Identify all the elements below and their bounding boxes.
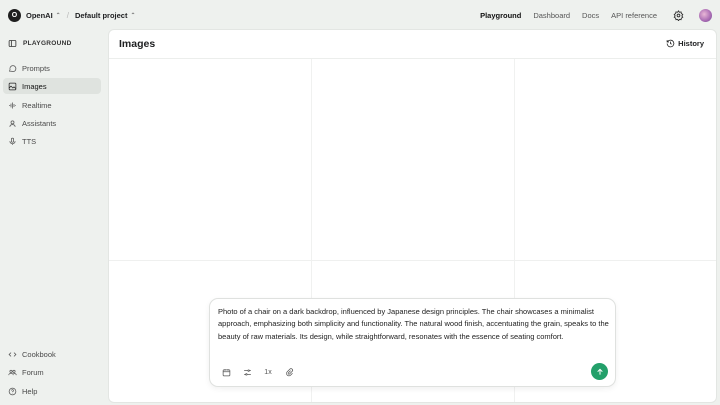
prompt-composer: Photo of a chair on a dark backdrop, inf… <box>209 298 616 387</box>
top-nav: Playground Dashboard Docs API reference <box>480 8 712 22</box>
gear-icon[interactable] <box>671 8 685 22</box>
assistant-icon <box>9 120 16 127</box>
sidebar: PLAYGROUND Prompts Images Realtime Assis… <box>0 30 106 405</box>
waveform-icon <box>9 102 16 108</box>
sidebar-item-assistants[interactable]: Assistants <box>3 115 101 131</box>
sidebar-toggle-icon[interactable] <box>8 39 17 48</box>
sidebar-item-cookbook[interactable]: Cookbook <box>3 346 101 362</box>
sidebar-item-label: Assistants <box>22 118 57 128</box>
image-grid-divider <box>109 260 716 261</box>
paperclip-icon[interactable] <box>283 366 295 378</box>
sidebar-item-images[interactable]: Images <box>3 78 101 94</box>
page-title: Images <box>119 38 156 50</box>
arrow-up-icon <box>596 368 603 375</box>
sidebar-item-tts[interactable]: TTS <box>3 133 101 149</box>
calendar-icon[interactable] <box>220 366 232 378</box>
sidebar-item-label: Help <box>22 386 38 396</box>
org-name: OpenAI <box>26 10 53 20</box>
microphone-icon <box>9 137 16 145</box>
nav-docs[interactable]: Docs <box>582 11 599 20</box>
sidebar-item-help[interactable]: Help <box>3 383 101 399</box>
nav-api-reference[interactable]: API reference <box>611 11 657 20</box>
prompt-toolbar: 1x <box>220 366 295 378</box>
code-icon <box>8 351 17 357</box>
sidebar-item-forum[interactable]: Forum <box>3 364 101 380</box>
sidebar-item-label: Forum <box>22 367 44 377</box>
sidebar-item-label: TTS <box>22 136 37 146</box>
updown-chevron-icon: ⌃ <box>55 12 61 19</box>
sidebar-item-label: Realtime <box>22 100 52 110</box>
org-logo: O <box>8 8 21 22</box>
project-name: Default project <box>74 10 128 20</box>
chat-bubble-icon <box>8 64 17 72</box>
header-divider <box>109 58 716 59</box>
nav-dashboard[interactable]: Dashboard <box>533 11 570 20</box>
project-switcher[interactable]: Default project ⌃ <box>75 11 136 20</box>
org-switcher[interactable]: OpenAI ⌃ <box>26 11 61 20</box>
nav-playground[interactable]: Playground <box>480 11 521 20</box>
prompt-input[interactable]: Photo of a chair on a dark backdrop, inf… <box>218 306 610 343</box>
settings-sliders-icon[interactable] <box>241 366 253 378</box>
sidebar-item-realtime[interactable]: Realtime <box>3 97 101 113</box>
send-button[interactable] <box>591 363 608 380</box>
sidebar-item-prompts[interactable]: Prompts <box>3 60 101 76</box>
help-icon <box>8 387 17 395</box>
sidebar-item-label: Images <box>22 81 47 91</box>
sidebar-item-label: Prompts <box>22 63 50 73</box>
history-label: History <box>678 39 704 48</box>
sidebar-header: PLAYGROUND <box>8 39 72 48</box>
image-icon <box>8 82 17 90</box>
people-icon <box>8 369 17 375</box>
sidebar-title: PLAYGROUND <box>23 40 72 47</box>
history-icon <box>666 39 675 48</box>
top-bar: O OpenAI ⌃ / Default project ⌃ Playgroun… <box>0 0 720 30</box>
updown-chevron-icon: ⌃ <box>130 12 136 19</box>
history-button[interactable]: History <box>666 39 704 48</box>
breadcrumb-separator: / <box>66 10 69 20</box>
user-avatar[interactable] <box>699 8 712 22</box>
sidebar-item-label: Cookbook <box>22 349 56 359</box>
main-panel: Images History Photo of a chair on a dar… <box>108 29 717 403</box>
image-count-selector[interactable]: 1x <box>262 366 274 378</box>
